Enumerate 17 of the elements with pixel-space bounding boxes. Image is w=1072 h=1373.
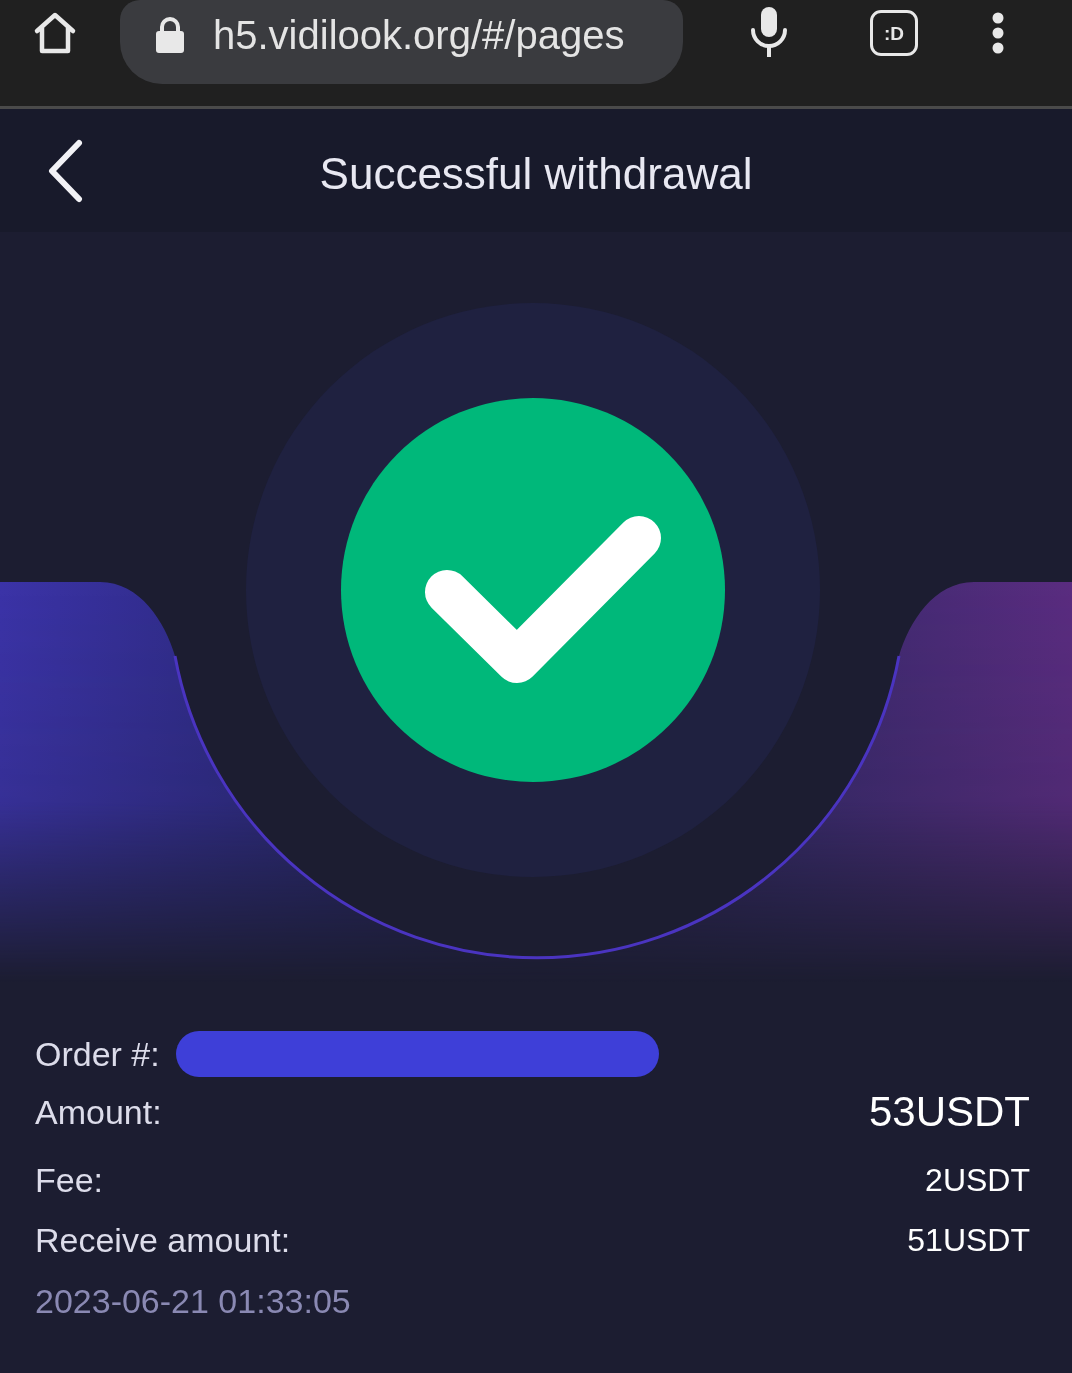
lock-icon	[155, 17, 185, 53]
detail-label: Amount:	[35, 1095, 162, 1129]
url-bar[interactable]: h5.vidilook.org/#/pages	[120, 0, 683, 84]
timestamp: 2023-06-21 01:33:05	[35, 1284, 351, 1318]
order-label: Order #:	[35, 1037, 160, 1071]
detail-label: Receive amount:	[35, 1223, 291, 1257]
detail-value: 51USDT	[907, 1221, 1030, 1260]
url-text: h5.vidilook.org/#/pages	[213, 15, 625, 55]
page-title: Successful withdrawal	[319, 147, 753, 196]
detail-value: 53USDT	[868, 1087, 1030, 1137]
home-icon[interactable]	[32, 10, 78, 56]
microphone-icon[interactable]	[750, 6, 788, 58]
detail-label: Fee:	[35, 1163, 104, 1197]
back-icon[interactable]	[46, 138, 84, 203]
detail-value: 2USDT	[925, 1161, 1030, 1200]
extension-button[interactable]: :D	[870, 10, 918, 56]
success-check-icon	[341, 398, 725, 782]
